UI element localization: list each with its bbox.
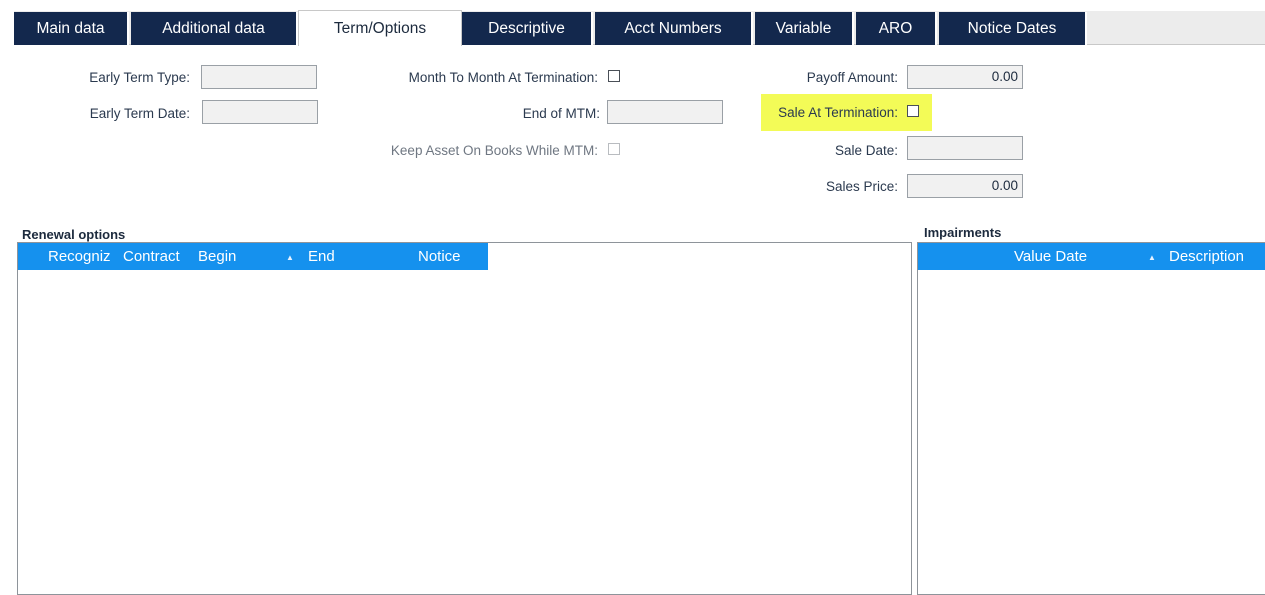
tab-descriptive[interactable]: Descriptive bbox=[462, 12, 593, 45]
early-term-date-field[interactable] bbox=[202, 100, 318, 124]
tab-term-options[interactable]: Term/Options bbox=[298, 10, 462, 46]
keep-asset-label: Keep Asset On Books While MTM: bbox=[390, 143, 598, 158]
column-header-recogniz[interactable]: Recogniz bbox=[48, 243, 111, 270]
impairments-title: Impairments bbox=[924, 225, 1002, 240]
column-header-contract[interactable]: Contract bbox=[123, 243, 180, 270]
impairments-grid[interactable]: Value Date ▲ Description bbox=[917, 242, 1265, 595]
column-header-end[interactable]: End bbox=[308, 243, 335, 270]
sales-price-field[interactable]: 0.00 bbox=[907, 174, 1023, 198]
payoff-amount-field[interactable]: 0.00 bbox=[907, 65, 1023, 89]
renewal-options-header: Recogniz Contract Begin ▲ End Notice bbox=[18, 243, 488, 270]
tab-aro[interactable]: ARO bbox=[856, 12, 937, 45]
end-of-mtm-field[interactable] bbox=[607, 100, 723, 124]
early-term-date-label: Early Term Date: bbox=[89, 106, 190, 121]
sale-at-termination-checkbox[interactable] bbox=[907, 105, 919, 117]
renewal-options-title: Renewal options bbox=[22, 227, 126, 242]
sale-at-termination-label: Sale At Termination: bbox=[778, 105, 898, 120]
mtm-at-termination-label: Month To Month At Termination: bbox=[408, 70, 598, 85]
tab-notice-dates[interactable]: Notice Dates bbox=[939, 12, 1087, 45]
sale-date-field[interactable] bbox=[907, 136, 1023, 160]
tab-acct-numbers[interactable]: Acct Numbers bbox=[595, 12, 753, 45]
payoff-amount-label: Payoff Amount: bbox=[806, 70, 898, 85]
tab-additional-data[interactable]: Additional data bbox=[131, 12, 298, 45]
sort-ascending-icon: ▲ bbox=[1148, 253, 1156, 262]
mtm-at-termination-checkbox[interactable] bbox=[608, 70, 620, 82]
tab-variable[interactable]: Variable bbox=[755, 12, 854, 45]
sales-price-label: Sales Price: bbox=[825, 179, 898, 194]
column-header-value-date[interactable]: Value Date bbox=[1014, 243, 1087, 270]
early-term-type-label: Early Term Type: bbox=[89, 70, 190, 85]
impairments-header: Value Date ▲ Description bbox=[918, 243, 1265, 270]
column-header-notice[interactable]: Notice bbox=[418, 243, 461, 270]
sale-date-label: Sale Date: bbox=[834, 143, 898, 158]
tab-main-data[interactable]: Main data bbox=[14, 12, 129, 45]
tab-bar: Main data Additional data Term/Options D… bbox=[0, 0, 1265, 46]
keep-asset-checkbox[interactable] bbox=[608, 143, 620, 155]
renewal-options-grid[interactable]: Recogniz Contract Begin ▲ End Notice bbox=[17, 242, 912, 595]
sort-ascending-icon: ▲ bbox=[286, 253, 294, 262]
column-header-description[interactable]: Description bbox=[1169, 243, 1244, 270]
end-of-mtm-label: End of MTM: bbox=[522, 106, 600, 121]
early-term-type-field[interactable] bbox=[201, 65, 317, 89]
column-header-begin[interactable]: Begin bbox=[198, 243, 236, 270]
